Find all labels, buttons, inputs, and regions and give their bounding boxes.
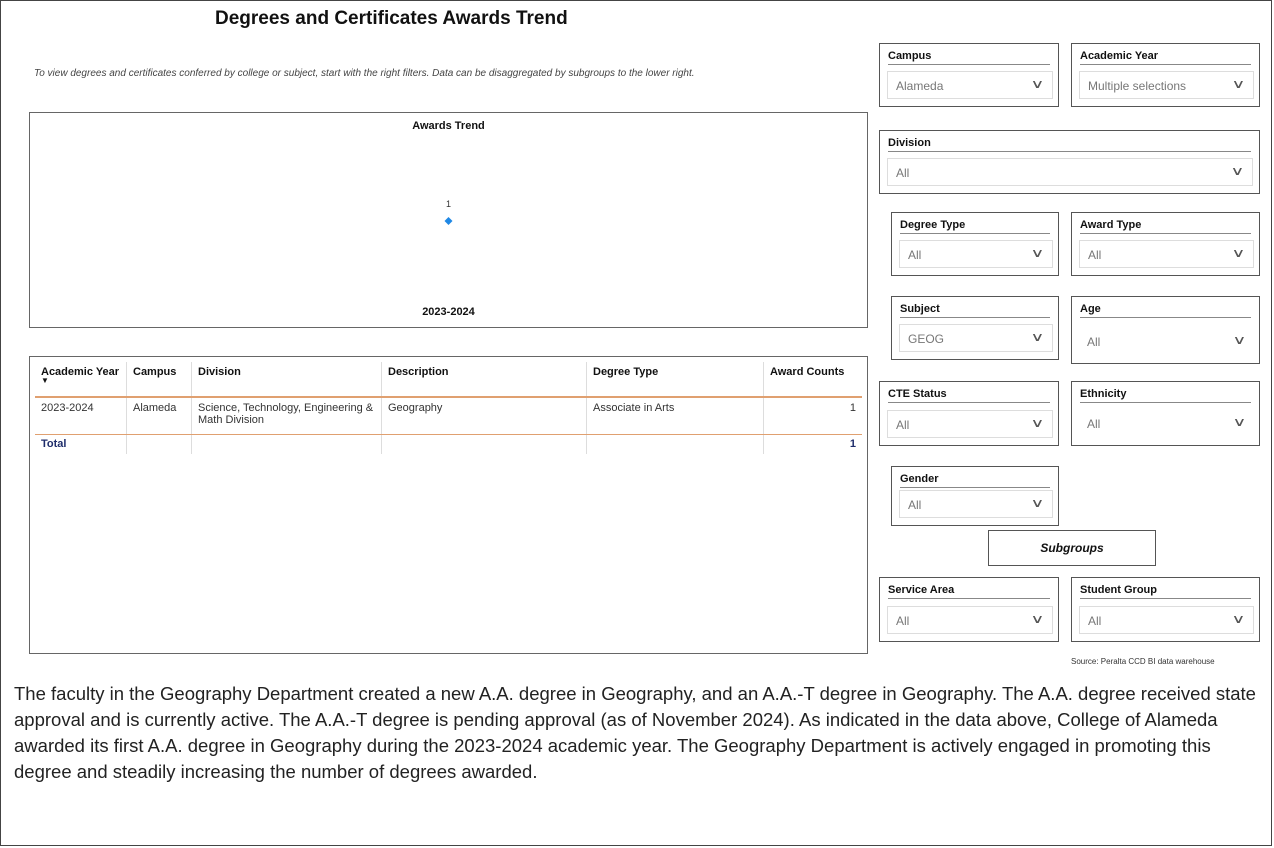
campus-dropdown[interactable]: Alameda ∨ <box>887 71 1053 99</box>
degree-type-slicer-label: Degree Type <box>900 219 1050 234</box>
award-type-slicer-label: Award Type <box>1080 219 1251 234</box>
ethnicity-dropdown-value: All <box>1087 417 1101 431</box>
awards-trend-chart: Awards Trend 1 2023-2024 <box>29 112 868 328</box>
report-title: Degrees and Certificates Awards Trend <box>215 8 568 29</box>
narrative-text: The faculty in the Geography Department … <box>14 683 1256 782</box>
ethnicity-slicer: Ethnicity All ∨ <box>1071 381 1260 446</box>
cell-description: Geography <box>381 397 587 435</box>
header-description[interactable]: Description <box>381 362 587 398</box>
chevron-down-icon: ∨ <box>1232 333 1247 347</box>
cte-status-dropdown-value: All <box>896 418 910 432</box>
chart-title: Awards Trend <box>412 120 485 132</box>
cte-status-slicer-label: CTE Status <box>888 388 1050 403</box>
cte-status-slicer: CTE Status All ∨ <box>879 381 1059 446</box>
header-degree-type[interactable]: Degree Type <box>586 362 764 398</box>
cell-award-counts: 1 <box>763 397 862 435</box>
student-group-dropdown[interactable]: All ∨ <box>1079 606 1254 634</box>
campus-dropdown-value: Alameda <box>896 79 944 93</box>
data-point-marker <box>444 217 453 225</box>
subgroups-button[interactable]: Subgroups <box>988 530 1156 566</box>
award-type-dropdown[interactable]: All ∨ <box>1079 240 1254 268</box>
cell-academic-year: 2023-2024 <box>35 397 127 435</box>
header-academic-year-label: Academic Year <box>41 366 120 378</box>
header-campus[interactable]: Campus <box>126 362 192 398</box>
chevron-down-icon: ∨ <box>1030 496 1045 510</box>
academic-year-slicer: Academic Year Multiple selections ∨ <box>1071 43 1260 107</box>
division-slicer: Division All ∨ <box>879 130 1260 194</box>
academic-year-dropdown-value: Multiple selections <box>1088 79 1187 93</box>
service-area-slicer: Service Area All ∨ <box>879 577 1059 642</box>
student-group-slicer: Student Group All ∨ <box>1071 577 1260 642</box>
service-area-dropdown-value: All <box>896 614 910 628</box>
service-area-dropdown[interactable]: All ∨ <box>887 606 1053 634</box>
subject-slicer: Subject GEOG ∨ <box>891 296 1059 360</box>
division-slicer-label: Division <box>888 137 1251 152</box>
campus-slicer-label: Campus <box>888 50 1050 65</box>
award-type-dropdown-value: All <box>1088 248 1102 262</box>
data-label: 1 <box>446 199 451 209</box>
chevron-down-icon: ∨ <box>1232 415 1247 429</box>
total-label: Total <box>41 438 67 450</box>
awards-table-panel: Academic Year ▼ Campus Division Descript… <box>29 356 868 654</box>
gender-dropdown[interactable]: All ∨ <box>899 490 1053 518</box>
table-row[interactable]: 2023-2024 Alameda Science, Technology, E… <box>35 397 862 435</box>
report-subtitle: To view degrees and certificates conferr… <box>34 68 695 79</box>
cte-status-dropdown[interactable]: All ∨ <box>887 410 1053 438</box>
age-slicer-label: Age <box>1080 303 1251 318</box>
award-type-slicer: Award Type All ∨ <box>1071 212 1260 276</box>
service-area-slicer-label: Service Area <box>888 584 1050 599</box>
gender-dropdown-value: All <box>908 498 922 512</box>
chevron-down-icon: ∨ <box>1030 77 1045 91</box>
gender-slicer-label: Gender <box>900 473 1050 488</box>
ethnicity-slicer-label: Ethnicity <box>1080 388 1251 403</box>
chevron-down-icon: ∨ <box>1231 246 1246 260</box>
degree-type-dropdown[interactable]: All ∨ <box>899 240 1053 268</box>
header-division[interactable]: Division <box>191 362 382 398</box>
source-note: Source: Peralta CCD BI data warehouse <box>1071 657 1215 666</box>
chevron-down-icon: ∨ <box>1030 330 1045 344</box>
chevron-down-icon: ∨ <box>1030 416 1045 430</box>
header-award-counts[interactable]: Award Counts <box>763 362 862 398</box>
header-academic-year[interactable]: Academic Year ▼ <box>35 362 127 398</box>
division-dropdown-value: All <box>896 166 910 180</box>
awards-table: Academic Year ▼ Campus Division Descript… <box>35 362 862 454</box>
age-dropdown[interactable]: All ∨ <box>1079 328 1254 356</box>
cell-division: Science, Technology, Engineering & Math … <box>191 397 382 435</box>
student-group-dropdown-value: All <box>1088 614 1102 628</box>
division-dropdown[interactable]: All ∨ <box>887 158 1253 186</box>
campus-slicer: Campus Alameda ∨ <box>879 43 1059 107</box>
gender-slicer: Gender All ∨ <box>891 466 1059 526</box>
academic-year-dropdown[interactable]: Multiple selections ∨ <box>1079 71 1254 99</box>
degree-type-slicer: Degree Type All ∨ <box>891 212 1059 276</box>
table-total-row: Total 1 <box>35 434 862 454</box>
chevron-down-icon: ∨ <box>1231 77 1246 91</box>
chevron-down-icon: ∨ <box>1030 246 1045 260</box>
subject-slicer-label: Subject <box>900 303 1050 318</box>
x-tick-label: 2023-2024 <box>422 306 475 318</box>
chevron-down-icon: ∨ <box>1230 164 1245 178</box>
student-group-slicer-label: Student Group <box>1080 584 1251 599</box>
chevron-down-icon: ∨ <box>1231 612 1246 626</box>
cell-degree-type: Associate in Arts <box>586 397 764 435</box>
subject-dropdown-value: GEOG <box>908 332 945 346</box>
ethnicity-dropdown[interactable]: All ∨ <box>1079 410 1254 438</box>
cell-campus: Alameda <box>126 397 192 435</box>
subject-dropdown[interactable]: GEOG ∨ <box>899 324 1053 352</box>
sort-desc-icon: ▼ <box>41 376 49 385</box>
age-dropdown-value: All <box>1087 335 1101 349</box>
academic-year-slicer-label: Academic Year <box>1080 50 1251 65</box>
chart-svg: Awards Trend 1 2023-2024 <box>412 120 485 318</box>
age-slicer: Age All ∨ <box>1071 296 1260 364</box>
total-value: 1 <box>763 434 862 454</box>
degree-type-dropdown-value: All <box>908 248 922 262</box>
chevron-down-icon: ∨ <box>1030 612 1045 626</box>
